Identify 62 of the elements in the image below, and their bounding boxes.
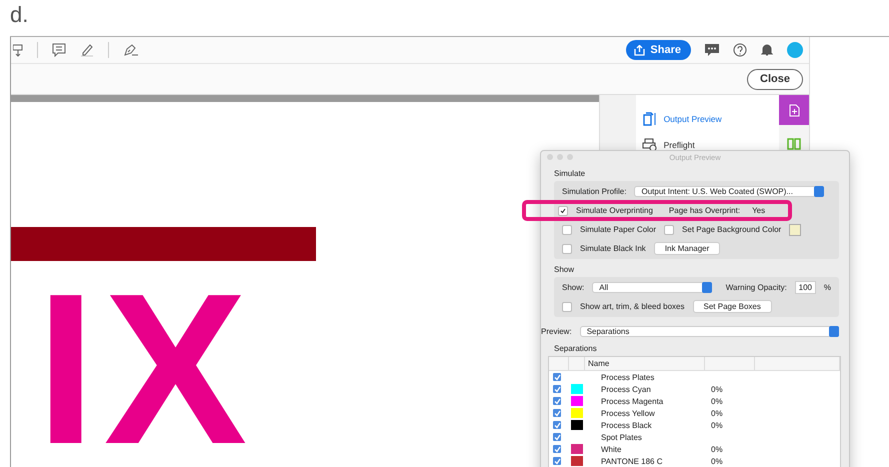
coverage-value: 0% xyxy=(711,456,724,466)
field-value: Yes xyxy=(752,206,766,215)
plate-name: Process Magenta xyxy=(600,396,664,406)
plate-name: Process Plates xyxy=(600,372,656,382)
tool-item[interactable]: Output Preview xyxy=(636,110,779,128)
plate-name: Process Cyan xyxy=(600,384,652,394)
field-label: Simulation Profile: xyxy=(562,187,626,196)
checkbox[interactable] xyxy=(562,244,572,254)
column-header: Name xyxy=(585,357,705,370)
checkbox-label: Simulate Paper Color xyxy=(580,225,656,234)
preview-dropdown[interactable]: Separations xyxy=(580,326,839,337)
figure-label: d. xyxy=(9,1,30,29)
printer-icon xyxy=(642,138,658,152)
add-page-icon xyxy=(788,104,800,116)
plate-name: PANTONE 186 C xyxy=(600,456,664,466)
checkbox[interactable] xyxy=(664,224,674,234)
checkbox-label: Simulate Black Ink xyxy=(580,244,646,253)
section-heading: Separations xyxy=(554,344,598,353)
checkbox[interactable] xyxy=(562,224,572,234)
color-swatch[interactable] xyxy=(789,224,802,236)
coverage-value: 0% xyxy=(711,384,724,394)
checkbox-label: Simulate Overprinting xyxy=(576,206,653,215)
section-heading: Show xyxy=(554,265,576,274)
coverage-value: 0% xyxy=(711,420,724,430)
signature-pen-icon[interactable] xyxy=(123,43,139,57)
checkbox-label: Show art, trim, & bleed boxes xyxy=(580,302,684,311)
checkbox-label: Set Page Background Color xyxy=(682,225,782,234)
plate-name: Process Black xyxy=(600,420,653,430)
field-label: Show: xyxy=(562,283,584,292)
export-icon[interactable] xyxy=(13,43,23,57)
section-heading: Simulate xyxy=(554,169,586,178)
unit-label: % xyxy=(824,283,831,292)
coverage-value: 0% xyxy=(711,396,724,406)
profile-dropdown[interactable]: Output Intent: U.S. Web Coated (SWOP)... xyxy=(634,186,824,197)
show-dropdown[interactable]: All xyxy=(592,282,712,293)
checkbox[interactable] xyxy=(562,302,572,312)
help-icon[interactable] xyxy=(733,43,747,57)
opacity-field[interactable]: 100 xyxy=(794,281,816,294)
compare-icon[interactable] xyxy=(787,137,801,151)
bell-icon[interactable] xyxy=(761,43,773,57)
document-art-text: IX xyxy=(36,283,256,455)
share-button[interactable]: Share xyxy=(626,40,691,60)
comment-icon[interactable] xyxy=(52,43,66,57)
field-label: Warning Opacity: xyxy=(726,283,787,292)
avatar[interactable] xyxy=(787,42,803,58)
strip-tab[interactable] xyxy=(779,95,809,125)
plate-name: Process Yellow xyxy=(600,408,656,418)
tool-item[interactable]: Preflight xyxy=(636,136,779,154)
coverage-value: 0% xyxy=(711,408,724,418)
plate-name: White xyxy=(600,444,622,454)
chat-icon[interactable] xyxy=(705,44,719,56)
coverage-value: 0% xyxy=(711,444,724,454)
plate-name: Spot Plates xyxy=(600,432,643,442)
checkbox[interactable] xyxy=(558,206,568,216)
page-icon xyxy=(642,112,658,126)
set-page-boxes-button[interactable]: Set Page Boxes xyxy=(692,300,772,313)
field-label: Preview: xyxy=(541,327,572,336)
ink-manager-button[interactable]: Ink Manager xyxy=(654,242,720,255)
close-button[interactable]: Close xyxy=(747,68,803,90)
pencil-icon[interactable] xyxy=(80,43,94,57)
upload-icon xyxy=(634,44,646,56)
field-label: Page has Overprint: xyxy=(668,206,740,215)
